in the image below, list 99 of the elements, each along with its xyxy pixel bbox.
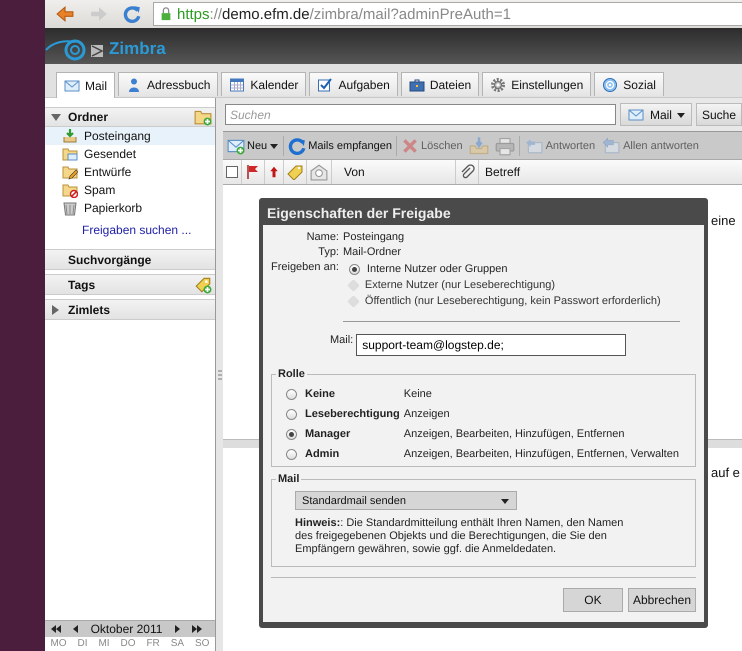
broadcast-icon (602, 76, 618, 92)
folder-item[interactable]: Papierkorb (45, 199, 215, 217)
folder-panel-header[interactable]: Ordner (45, 107, 215, 127)
app-tab[interactable]: Mail (56, 72, 116, 98)
reload-icon (123, 5, 141, 23)
role-radio[interactable] (286, 388, 297, 400)
role-name: Keine (304, 388, 336, 400)
address-bar[interactable]: https://demo.efm.de/zimbra/mail?adminPreAuth=1 (153, 2, 742, 26)
subject-column-header[interactable]: Betreff (479, 160, 532, 184)
find-shares-link[interactable]: Freigaben suchen ... (45, 217, 215, 245)
role-radio[interactable] (286, 428, 297, 440)
reply-all-icon (601, 136, 622, 154)
toolbar-button[interactable]: Mails empfangen (286, 136, 394, 154)
reply-icon (524, 136, 544, 154)
double-right-icon (191, 623, 203, 635)
envelope-icon (64, 78, 80, 94)
arrow-right-icon (89, 5, 109, 23)
hint-text: Hinweis:: Die Standardmitteilung enthält Ihren Namen, den Namen des freigegebenen Objekts und die Berechtigungen, die Sie den Empfängern gewähren, sowie ggf. die Anmeldedaten. (295, 517, 624, 556)
app-tab[interactable]: Dateien (400, 72, 480, 96)
double-left-icon (50, 623, 62, 635)
expanded-triangle-icon (50, 111, 62, 123)
share-option[interactable]: Interne Nutzer oder Gruppen (348, 263, 661, 275)
new-menu-button[interactable]: Neu (225, 136, 282, 154)
weekday-label: MO (50, 637, 67, 651)
app-tab[interactable]: Einstellungen (482, 72, 592, 96)
role-radio[interactable] (286, 448, 297, 460)
role-rights: Anzeigen, Bearbeiten, Hinzufügen, Entfernen, Verwalten (404, 448, 680, 460)
tray-download-icon (468, 136, 489, 156)
tag-icon (287, 164, 303, 180)
field-label: Typ: (317, 246, 339, 258)
lock-icon (159, 6, 173, 22)
panel-header[interactable]: Tags (45, 274, 215, 295)
group-legend: Rolle (276, 368, 307, 380)
field-label: Mail: (330, 334, 354, 346)
role-name: Manager (304, 428, 352, 440)
delete-icon (400, 136, 419, 154)
folder-item[interactable]: Entwürfe (45, 163, 215, 181)
app-tab[interactable]: Aufgaben (309, 72, 398, 96)
field-value: Mail-Ordner (343, 246, 402, 258)
field-label: Name: (306, 231, 339, 243)
folder-item[interactable]: Spam (45, 181, 215, 199)
briefcase-icon (408, 76, 425, 92)
refresh-icon (288, 136, 306, 154)
app-tab[interactable]: Adressbuch (118, 72, 218, 96)
panel-header[interactable]: Suchvorgänge (45, 249, 215, 270)
calendar-icon (229, 76, 246, 92)
trash-icon (62, 200, 78, 216)
folder-item[interactable]: Gesendet (45, 145, 215, 163)
field-label: Freigeben an: (271, 261, 339, 275)
logo: Zimbra (45, 36, 166, 62)
role-radio[interactable] (286, 408, 297, 420)
priority-arrow-icon (268, 164, 280, 180)
reload-button[interactable] (121, 5, 143, 23)
notification-dropdown[interactable]: Standardmail senden (295, 491, 517, 510)
folder-pencil-icon (62, 164, 78, 180)
search-button[interactable]: Suche (696, 103, 742, 126)
folder-envelope-icon (62, 146, 78, 162)
field-value: Posteingang (343, 231, 406, 243)
checkbox-check-icon (317, 76, 334, 92)
folder-forbidden-icon (62, 182, 78, 198)
dialog-button[interactable]: Abbrechen (628, 588, 696, 612)
new-tag-icon (194, 276, 212, 294)
printer-icon (494, 136, 515, 156)
gear-icon (490, 76, 506, 92)
role-rights: Anzeigen (404, 408, 451, 420)
weekday-label: FR (146, 637, 160, 651)
weekday-label: MI (98, 637, 110, 651)
inbox-download-icon (62, 128, 78, 144)
calendar-month: Oktober 2011 (90, 622, 163, 636)
weekday-label: DO (120, 637, 136, 651)
search-scope-dropdown[interactable]: Mail (620, 103, 692, 126)
weekday-label: SO (195, 637, 210, 651)
arrow-left-icon (55, 5, 75, 23)
panel-header[interactable]: Zimlets (45, 299, 215, 320)
splitter-grip-icon (218, 370, 222, 380)
group-legend: Mail (276, 473, 302, 485)
dialog-button[interactable]: OK (562, 588, 623, 612)
reading-pane-message: auf e (711, 465, 740, 480)
flag-icon (245, 164, 261, 180)
app-tab[interactable]: Kalender (221, 72, 306, 96)
weekday-label: SA (170, 637, 184, 651)
weekday-label: DI (78, 637, 88, 651)
role-name: Admin (304, 448, 340, 460)
dialog-title: Eigenschaften der Freigabe (266, 204, 452, 223)
select-all-checkbox[interactable] (226, 166, 238, 178)
role-rights: Keine (404, 388, 433, 400)
new-folder-icon (194, 108, 212, 126)
search-field[interactable]: Suchen (225, 104, 616, 125)
folder-item[interactable]: Posteingang (45, 127, 215, 145)
paperclip-icon (459, 164, 475, 180)
email-field[interactable]: support-team@logstep.de; (356, 334, 626, 356)
empty-list-message: eine (711, 213, 736, 228)
next-year-button[interactable] (191, 623, 203, 635)
previous-year-button[interactable] (50, 623, 62, 635)
from-column-header[interactable]: Von (332, 160, 456, 184)
role-name: Leseberechtigung (304, 408, 401, 420)
envelope-icon (626, 106, 646, 122)
role-rights: Anzeigen, Bearbeiten, Hinzufügen, Entfernen (404, 428, 626, 440)
app-tab[interactable]: Sozial (594, 72, 664, 96)
